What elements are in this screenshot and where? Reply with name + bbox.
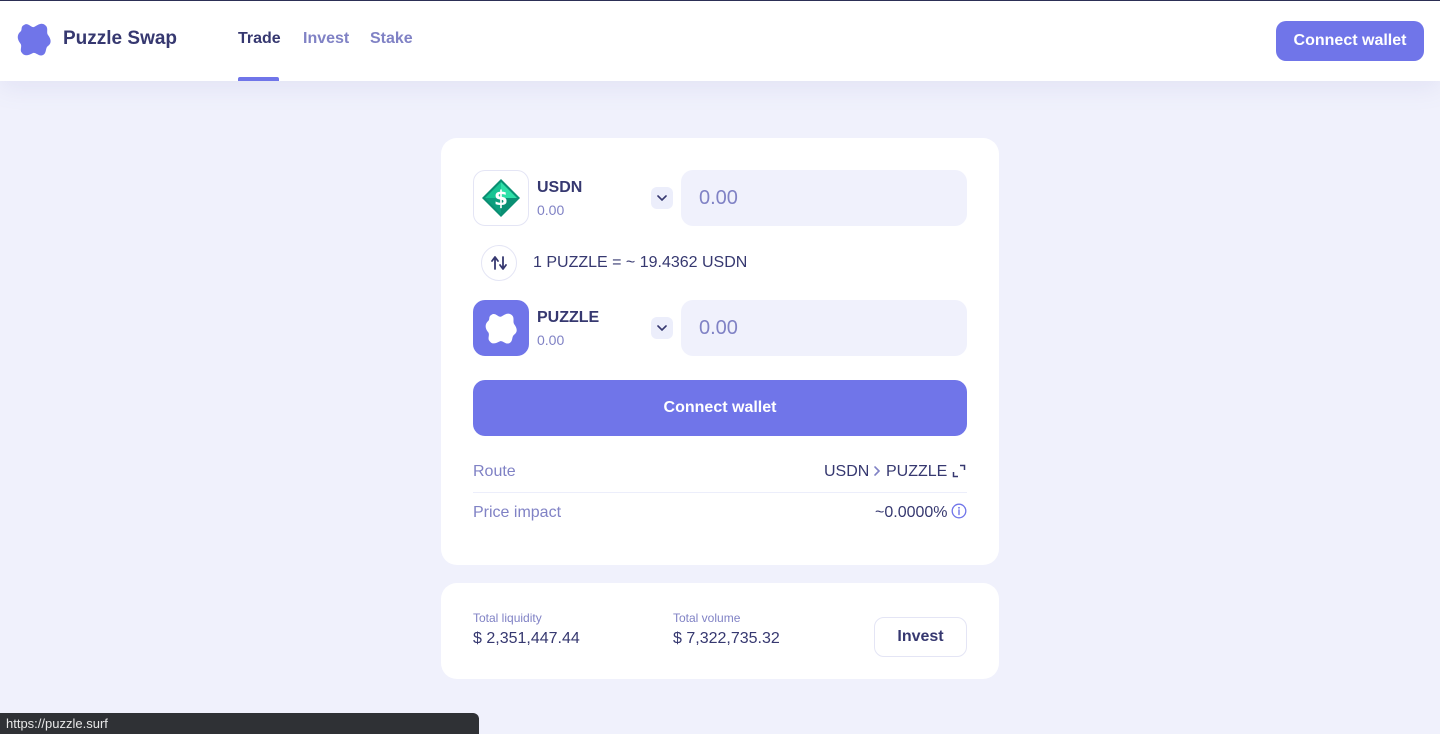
chevron-down-icon: [657, 325, 667, 331]
total-liquidity-label: Total liquidity: [473, 611, 542, 625]
invest-button[interactable]: Invest: [874, 617, 967, 657]
total-volume-value: $ 7,322,735.32: [673, 630, 780, 647]
browser-status-bar-url: https://puzzle.surf: [0, 713, 479, 734]
usdn-diamond-dollar-icon: $: [482, 179, 520, 217]
total-liquidity-value: $ 2,351,447.44: [473, 630, 580, 647]
svg-text:$: $: [494, 186, 508, 210]
puzzle-token-icon-box[interactable]: [473, 300, 529, 356]
brand-name[interactable]: Puzzle Swap: [63, 28, 177, 50]
from-token-select-button[interactable]: [651, 187, 673, 209]
from-token-symbol[interactable]: USDN: [537, 179, 582, 197]
from-amount-input[interactable]: [681, 170, 967, 226]
expand-icon[interactable]: [952, 464, 966, 478]
total-volume-label: Total volume: [673, 611, 741, 625]
pool-stats-card: Total liquidity $ 2,351,447.44 Total vol…: [441, 583, 999, 679]
chevron-right-icon: [874, 466, 881, 476]
to-token-balance: 0.00: [537, 332, 565, 348]
chevron-down-icon: [657, 195, 667, 201]
swap-connect-wallet-button[interactable]: Connect wallet: [473, 380, 967, 436]
to-token-symbol[interactable]: PUZZLE: [537, 309, 599, 327]
info-divider: [473, 492, 967, 493]
usdn-token-icon-box[interactable]: $: [473, 170, 529, 226]
active-tab-indicator: [238, 77, 279, 81]
swap-arrows-icon: [491, 256, 507, 270]
to-amount-input[interactable]: [681, 300, 967, 356]
puzzle-logo-icon: [485, 313, 517, 344]
price-impact-label: Price impact: [473, 504, 562, 521]
puzzle-logo-icon[interactable]: [16, 21, 52, 57]
from-token-balance: 0.00: [537, 202, 565, 218]
info-icon[interactable]: [951, 503, 967, 519]
swap-direction-button[interactable]: [481, 245, 517, 281]
route-label: Route: [473, 463, 516, 480]
swap-card: $ USDN 0.00 1 PUZZLE = ~ 19.4362 USDN PU…: [441, 138, 999, 565]
price-impact-value: ~0.0000%: [875, 504, 948, 521]
header-connect-wallet-button[interactable]: Connect wallet: [1276, 21, 1424, 61]
tab-invest[interactable]: Invest: [303, 30, 349, 48]
route-to-token: PUZZLE: [886, 463, 948, 480]
tab-stake[interactable]: Stake: [370, 30, 413, 48]
top-navigation-bar: Puzzle Swap Trade Invest Stake Connect w…: [0, 1, 1440, 81]
route-from-token: USDN: [824, 463, 870, 480]
exchange-rate: 1 PUZZLE = ~ 19.4362 USDN: [533, 254, 748, 271]
to-token-select-button[interactable]: [651, 317, 673, 339]
tab-trade[interactable]: Trade: [238, 30, 281, 48]
